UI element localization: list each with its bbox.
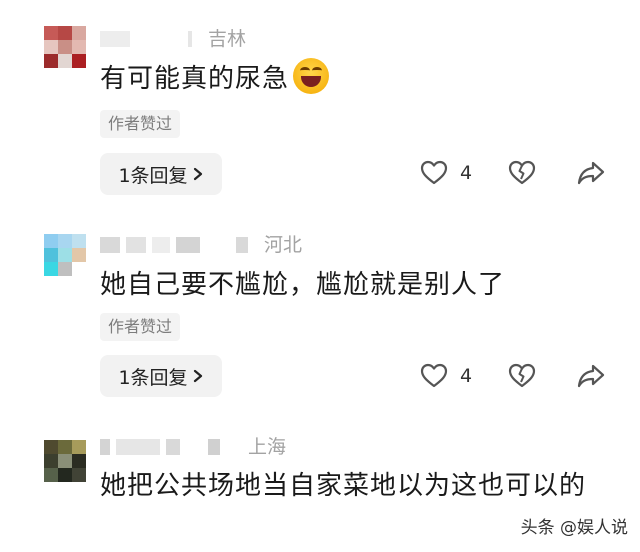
avatar-pixel xyxy=(44,440,58,454)
share-button[interactable] xyxy=(576,363,606,389)
blurred-username[interactable] xyxy=(100,31,130,47)
blurred-username xyxy=(100,439,110,455)
view-replies-button[interactable]: 1条回复 xyxy=(100,355,222,397)
avatar-pixel xyxy=(58,248,72,262)
laughing-emoji-icon xyxy=(293,58,330,94)
region-label: 河北 xyxy=(264,234,303,256)
view-replies-button[interactable]: 1条回复 xyxy=(100,153,222,195)
like-button[interactable]: 4 xyxy=(420,363,472,389)
share-arrow-icon xyxy=(577,364,605,388)
avatar-pixel xyxy=(58,26,72,40)
comment-text: 她自己要不尴尬，尴尬就是别人了 xyxy=(100,270,506,300)
blurred-username xyxy=(176,237,200,253)
heart-icon xyxy=(420,363,448,388)
comment-text-content: 有可能真的尿急 xyxy=(100,64,290,94)
avatar-pixel xyxy=(72,262,86,276)
blurred-username xyxy=(208,439,220,455)
comment-meta: 河北 xyxy=(100,234,302,256)
avatar-pixel xyxy=(58,234,72,248)
avatar-pixel xyxy=(44,468,58,482)
blurred-username xyxy=(206,237,230,253)
avatar-pixel xyxy=(44,248,58,262)
region-label: 上海 xyxy=(248,436,287,458)
avatar[interactable] xyxy=(44,26,86,68)
broken-heart-icon xyxy=(508,363,536,388)
blurred-username xyxy=(116,439,160,455)
share-arrow-icon xyxy=(577,161,605,185)
blurred-username xyxy=(166,439,180,455)
avatar[interactable] xyxy=(44,234,86,276)
watermark: 头条 @娱人说 xyxy=(520,518,628,538)
comment-meta: 吉林 xyxy=(100,28,246,50)
blurred-username xyxy=(136,31,182,47)
avatar-pixel xyxy=(44,26,58,40)
comment-meta: 上海 xyxy=(100,436,286,458)
avatar-pixel xyxy=(72,248,86,262)
dislike-button[interactable] xyxy=(508,363,536,389)
comment-text: 她把公共场地当自家菜地以为这也可以的 xyxy=(100,471,587,501)
avatar-pixel xyxy=(72,454,86,468)
blurred-username xyxy=(188,31,192,47)
avatar-pixel xyxy=(58,440,72,454)
like-button[interactable]: 4 xyxy=(420,160,472,186)
avatar-pixel xyxy=(72,468,86,482)
avatar-pixel xyxy=(44,262,58,276)
avatar-pixel xyxy=(58,40,72,54)
avatar-pixel xyxy=(72,40,86,54)
avatar-pixel xyxy=(58,468,72,482)
avatar-pixel xyxy=(44,54,58,68)
like-count: 4 xyxy=(460,365,473,387)
avatar-pixel xyxy=(58,262,72,276)
blurred-username xyxy=(100,237,120,253)
avatar-pixel xyxy=(44,40,58,54)
author-liked-badge: 作者赞过 xyxy=(100,313,181,341)
blurred-username xyxy=(236,237,248,253)
chevron-right-icon xyxy=(193,369,202,383)
avatar-pixel xyxy=(44,234,58,248)
reply-count-label: 1条回复 xyxy=(118,164,188,187)
region-label: 吉林 xyxy=(208,28,247,50)
dislike-button[interactable] xyxy=(508,160,536,186)
broken-heart-icon xyxy=(508,160,536,185)
avatar-pixel xyxy=(72,234,86,248)
avatar-pixel xyxy=(44,454,58,468)
comment-text: 有可能真的尿急 xyxy=(100,56,610,102)
blurred-username xyxy=(126,237,146,253)
reply-count-label: 1条回复 xyxy=(118,366,188,389)
avatar-pixel xyxy=(72,440,86,454)
avatar-pixel xyxy=(58,454,72,468)
avatar-pixel xyxy=(72,54,86,68)
share-button[interactable] xyxy=(576,160,606,186)
author-liked-badge: 作者赞过 xyxy=(100,110,181,138)
blurred-username xyxy=(186,439,202,455)
avatar-pixel xyxy=(72,26,86,40)
avatar[interactable] xyxy=(44,440,86,482)
avatar-pixel xyxy=(58,54,72,68)
heart-icon xyxy=(420,160,448,185)
like-count: 4 xyxy=(460,162,473,184)
chevron-right-icon xyxy=(193,167,202,181)
blurred-username xyxy=(152,237,170,253)
